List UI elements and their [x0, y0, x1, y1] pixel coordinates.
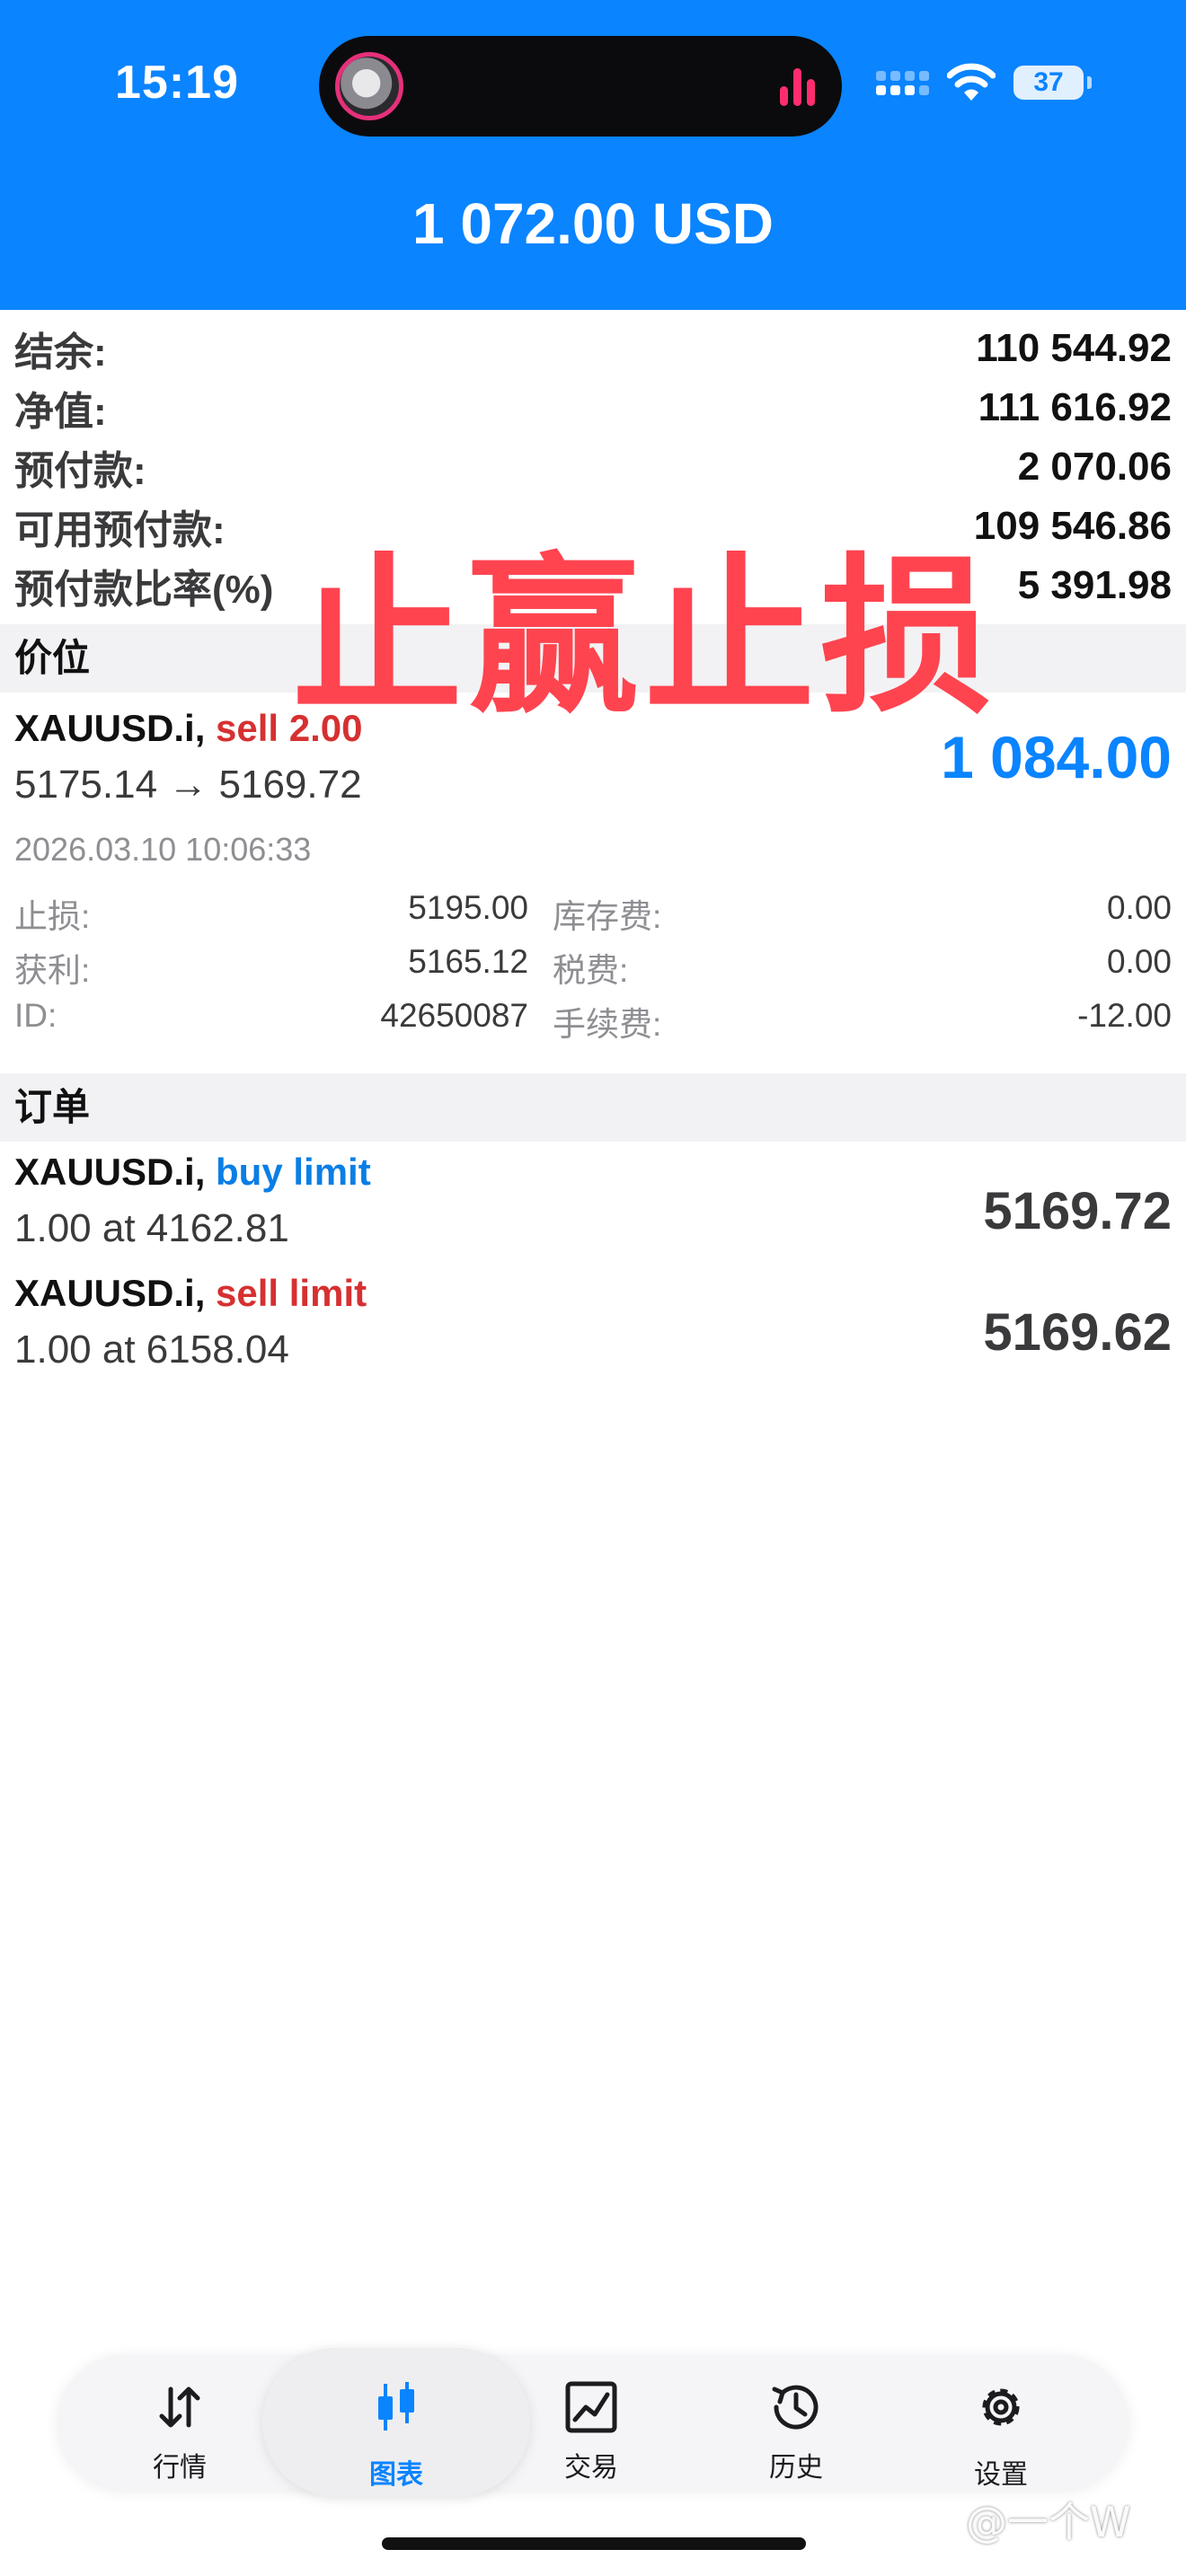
- tab-settings-label: 设置: [974, 2460, 1028, 2490]
- commission-label: 手续费:: [553, 1006, 662, 1043]
- free-margin-label: 可用预付款:: [14, 508, 226, 552]
- position-item[interactable]: XAUUSD.i, sell 2.00 5175.14 → 5169.72 1 …: [0, 696, 1186, 1073]
- tab-quotes[interactable]: 行情: [90, 2355, 270, 2490]
- id-value: 42650087: [380, 997, 528, 1034]
- app-header: 15:19 37 1 072.00 USD: [0, 0, 1186, 310]
- chart-candles-icon: [378, 2382, 414, 2430]
- overlay-stamp-text: 止赢止损: [292, 538, 997, 737]
- wifi-icon: [947, 63, 996, 101]
- equity-value: 111 616.92: [978, 385, 1172, 429]
- tab-trade-label: 交易: [564, 2453, 618, 2483]
- tab-settings[interactable]: 设置: [911, 2355, 1091, 2490]
- quotes-arrows-icon: [159, 2386, 200, 2428]
- tp-value: 5165.12: [408, 943, 528, 980]
- tab-history[interactable]: 历史: [706, 2355, 886, 2490]
- id-label: ID:: [14, 997, 58, 1034]
- watermark-text: @一个W: [966, 2498, 1131, 2546]
- status-icons: 37: [876, 63, 1092, 102]
- position-symbol: XAUUSD.i,: [14, 707, 206, 749]
- swap-label: 库存费:: [553, 898, 662, 935]
- margin-level-value: 5 391.98: [1017, 563, 1172, 607]
- tab-trade[interactable]: 交易: [501, 2355, 681, 2490]
- order-type: sell limit: [216, 1272, 367, 1314]
- tp-label: 获利:: [14, 952, 91, 989]
- equity-label: 净值:: [14, 390, 107, 434]
- audio-bars-icon: [780, 66, 815, 106]
- settings-gear-icon: [982, 2388, 1020, 2426]
- battery-icon: 37: [1013, 66, 1092, 100]
- order-symbol-line: XAUUSD.i, buy limit: [14, 1151, 371, 1194]
- order-current-price: 5169.62: [983, 1303, 1172, 1362]
- header-profit-title: 1 072.00 USD: [412, 191, 774, 256]
- sl-value: 5195.00: [408, 889, 528, 926]
- order-symbol: XAUUSD.i,: [14, 1272, 206, 1314]
- margin-level-label: 预付款比率(%): [14, 568, 274, 612]
- margin-value: 2 070.06: [1017, 445, 1172, 489]
- order-item[interactable]: XAUUSD.i, sell limit 1.00 at 6158.04 516…: [0, 1266, 1186, 1388]
- order-item[interactable]: XAUUSD.i, buy limit 1.00 at 4162.81 5169…: [0, 1145, 1186, 1266]
- order-detail: 1.00 at 4162.81: [14, 1206, 289, 1250]
- balance-value: 110 544.92: [976, 326, 1172, 370]
- margin-label: 预付款:: [14, 449, 146, 493]
- dynamic-island: [319, 36, 842, 137]
- summary-row-margin: 预付款: 2 070.06: [0, 437, 1186, 497]
- order-detail: 1.00 at 6158.04: [14, 1328, 289, 1372]
- tab-chart[interactable]: 图表: [306, 2355, 486, 2490]
- order-current-price: 5169.72: [983, 1182, 1172, 1240]
- tab-chart-label: 图表: [369, 2460, 423, 2490]
- position-open-time: 2026.03.10 10:06:33: [14, 831, 312, 868]
- order-symbol: XAUUSD.i,: [14, 1151, 206, 1193]
- status-time: 15:19: [115, 57, 239, 109]
- tab-history-label: 历史: [769, 2453, 823, 2483]
- order-type: buy limit: [216, 1151, 371, 1193]
- summary-row-balance: 结余: 110 544.92: [0, 319, 1186, 378]
- balance-label: 结余:: [14, 331, 107, 375]
- free-margin-value: 109 546.86: [973, 504, 1172, 548]
- order-symbol-line: XAUUSD.i, sell limit: [14, 1272, 367, 1315]
- summary-row-equity: 净值: 111 616.92: [0, 378, 1186, 437]
- history-clock-icon: [772, 2385, 819, 2430]
- orders-section-header: 订单: [0, 1073, 1186, 1142]
- now-playing-artwork: [335, 52, 403, 120]
- home-indicator[interactable]: [382, 2537, 806, 2550]
- bottom-tab-bar: 行情 图表 交易 历史 设置: [58, 2348, 1128, 2497]
- cellular-signal-icon: [876, 70, 929, 95]
- swap-value: 0.00: [1106, 889, 1172, 926]
- tax-value: 0.00: [1106, 943, 1172, 980]
- sl-label: 止损:: [14, 898, 91, 935]
- position-price-change: 5175.14 → 5169.72: [14, 763, 362, 807]
- tax-label: 税费:: [553, 952, 629, 989]
- tab-quotes-label: 行情: [153, 2453, 207, 2483]
- trade-chart-icon: [565, 2381, 617, 2433]
- commission-value: -12.00: [1077, 997, 1172, 1034]
